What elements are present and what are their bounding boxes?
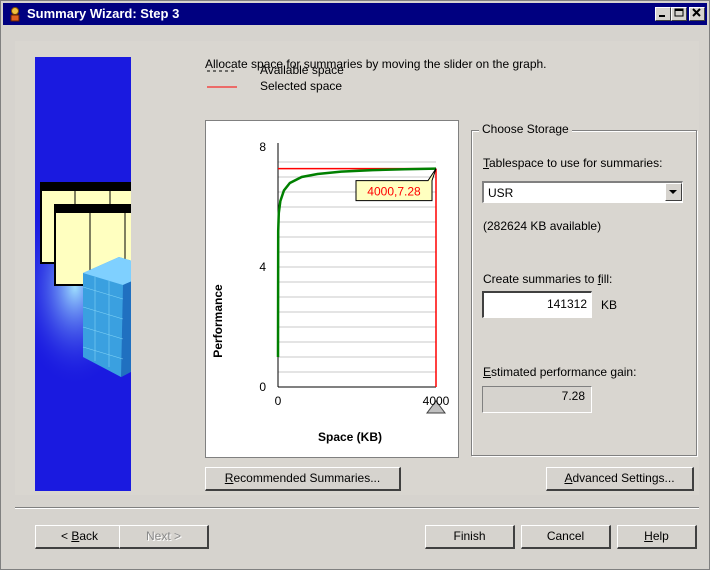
x-axis-label: Space (KB) (318, 430, 382, 444)
cancel-button[interactable]: Cancel (521, 525, 611, 549)
instructions-text: Allocate space for summaries by moving t… (205, 57, 547, 71)
close-button[interactable] (689, 7, 705, 21)
available-kb-text: (282624 KB available) (483, 219, 602, 233)
minimize-icon (659, 15, 665, 17)
gain-label: Estimated performance gain: (483, 365, 637, 379)
y-tick-label: 0 (259, 380, 266, 394)
y-axis-label: Performance (211, 284, 225, 358)
tablespace-label: Tablespace to use for summaries: (483, 156, 663, 170)
fill-label: Create summaries to fill: (483, 272, 613, 286)
wizard-window: Summary Wizard: Step 3 Allocate space fo… (0, 0, 710, 570)
selected-space-legend: Selected space (260, 79, 343, 93)
performance-chart[interactable]: 4000,7.28 0 4 8 0 4000 Performance Space (KB… (205, 120, 459, 458)
y-tick-label: 8 (259, 140, 266, 154)
wizard-banner (35, 57, 131, 491)
next-button[interactable]: Next > (119, 525, 209, 549)
footer-separator (15, 507, 699, 509)
minimize-button[interactable] (655, 7, 671, 21)
chevron-down-icon (669, 190, 677, 194)
x-tick-label: 4000 (423, 394, 450, 408)
fill-unit-label: KB (601, 298, 618, 312)
dropdown-button[interactable] (665, 183, 682, 201)
maximize-button[interactable] (671, 7, 687, 21)
window-title: Summary Wizard: Step 3 (27, 6, 180, 21)
wizard-icon (10, 7, 20, 22)
help-button[interactable]: Help (617, 525, 697, 549)
selected-point-label: 4000,7.28 (367, 185, 421, 199)
advanced-settings-button[interactable]: Advanced Settings... (546, 467, 694, 491)
available-space-legend: Available space (260, 63, 344, 77)
close-icon (692, 8, 701, 17)
fill-kb-input[interactable]: 141312 (482, 291, 592, 318)
choose-storage-label: Choose Storage (479, 122, 572, 136)
performance-chart-svg[interactable]: 4000,7.28 0 4 8 0 4000 Performance Space (KB… (206, 121, 458, 457)
tablespace-select[interactable]: USR (482, 181, 683, 203)
y-tick-label: 4 (259, 260, 266, 274)
title-bar[interactable]: Summary Wizard: Step 3 (3, 3, 707, 25)
recommended-summaries-button[interactable]: Recommended Summaries... (205, 467, 401, 491)
maximize-icon (674, 8, 684, 17)
summary-cube-illustration (35, 182, 131, 387)
back-button[interactable]: < Back (35, 525, 125, 549)
available-space-legend-swatch (207, 70, 237, 72)
gain-value-field: 7.28 (482, 386, 592, 413)
tablespace-value: USR (488, 186, 514, 200)
x-tick-label: 0 (275, 394, 282, 408)
finish-button[interactable]: Finish (425, 525, 515, 549)
selected-space-legend-swatch (207, 86, 237, 88)
